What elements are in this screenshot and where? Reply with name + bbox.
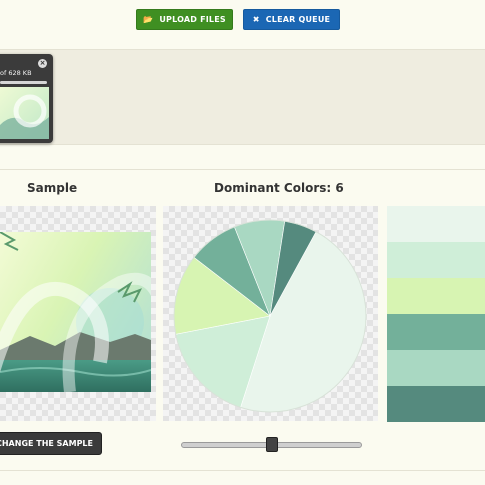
color-palette [387,206,485,422]
color-swatch-1 [387,206,485,242]
remove-item-icon[interactable]: × [38,59,47,68]
color-pie-panel [163,206,378,421]
footer-divider [0,470,485,471]
upload-files-label: UPLOAD FILES [159,15,226,24]
color-swatch-5 [387,350,485,386]
change-sample-button[interactable]: CHANGE THE SAMPLE [0,432,102,455]
dominant-colors-pie [173,219,367,413]
queue-item[interactable]: × of 628 KB [0,54,53,143]
folder-icon: 📂 [143,15,154,24]
sample-heading: Sample [27,181,78,195]
queue-item-status: of 628 KB [0,69,32,77]
upload-files-button[interactable]: 📂 UPLOAD FILES [136,9,233,30]
upload-queue [0,49,485,145]
clear-queue-button[interactable]: ✖ CLEAR QUEUE [243,9,340,30]
color-swatch-6 [387,386,485,422]
sample-panel [0,206,166,421]
color-swatch-4 [387,314,485,350]
sample-image [0,231,166,393]
queue-thumbnail [0,87,49,139]
dominant-colors-heading: Dominant Colors: 6 [214,181,344,195]
queue-progress-fill [0,81,47,84]
section-divider [0,169,485,170]
clear-queue-label: CLEAR QUEUE [265,15,331,24]
slider-handle[interactable] [265,437,278,452]
color-swatch-2 [387,242,485,278]
color-swatch-3 [387,278,485,314]
close-icon: ✖ [252,15,260,24]
queue-progress-bar [0,81,47,84]
